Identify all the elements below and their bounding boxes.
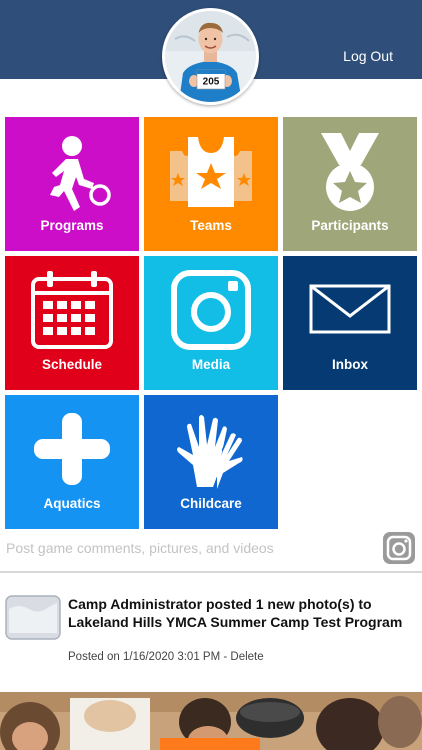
feed-item-title[interactable]: Camp Administrator posted 1 new photo(s)… <box>68 596 408 631</box>
hands-icon <box>177 415 244 490</box>
calendar-icon <box>31 271 113 349</box>
camera-icon <box>171 270 251 350</box>
delete-link[interactable]: Delete <box>230 651 263 663</box>
tile-label: Aquatics <box>43 496 101 511</box>
camera-icon <box>383 532 415 564</box>
tile-label: Participants <box>311 218 389 233</box>
add-photo-button[interactable] <box>382 531 416 565</box>
medal-icon <box>321 133 379 211</box>
tile-schedule[interactable]: Schedule <box>5 256 139 390</box>
avatar[interactable]: 205 <box>162 8 259 105</box>
photo-placeholder-icon <box>5 595 61 640</box>
meta-separator: - <box>220 651 231 663</box>
avatar-photo: 205 <box>165 11 256 102</box>
tile-label: Inbox <box>332 357 368 372</box>
plus-icon <box>34 413 110 485</box>
divider <box>0 571 422 573</box>
feed-item[interactable]: Camp Administrator posted 1 new photo(s)… <box>0 574 422 692</box>
envelope-icon <box>309 284 391 334</box>
tile-label: Media <box>191 357 231 372</box>
post-composer[interactable]: Post game comments, pictures, and videos <box>0 527 422 571</box>
tile-label: Childcare <box>180 496 242 511</box>
bib-number: 205 <box>203 77 220 88</box>
post-input[interactable]: Post game comments, pictures, and videos <box>6 540 274 556</box>
tile-label: Schedule <box>41 357 103 372</box>
tile-participants[interactable]: Participants <box>283 117 417 251</box>
feed-item-timestamp: Posted on 1/16/2020 3:01 PM <box>68 651 221 663</box>
tile-label: Programs <box>40 218 104 233</box>
feed-item-meta: Posted on 1/16/2020 3:01 PM - Delete <box>68 651 264 663</box>
tile-inbox[interactable]: Inbox <box>283 256 417 390</box>
menu-grid: Programs Teams Participants Schedule Med… <box>5 117 417 529</box>
tile-media[interactable]: Media <box>144 256 278 390</box>
person-kicking-ball-icon <box>50 136 111 211</box>
feed-photo-image <box>0 692 422 750</box>
tile-aquatics[interactable]: Aquatics <box>5 395 139 529</box>
logout-button[interactable]: Log Out <box>343 48 393 64</box>
jersey-star-icon <box>170 137 252 207</box>
feed-photo[interactable] <box>0 692 422 750</box>
tile-childcare[interactable]: Childcare <box>144 395 278 529</box>
tile-programs[interactable]: Programs <box>5 117 139 251</box>
tile-teams[interactable]: Teams <box>144 117 278 251</box>
tile-label: Teams <box>190 218 232 233</box>
